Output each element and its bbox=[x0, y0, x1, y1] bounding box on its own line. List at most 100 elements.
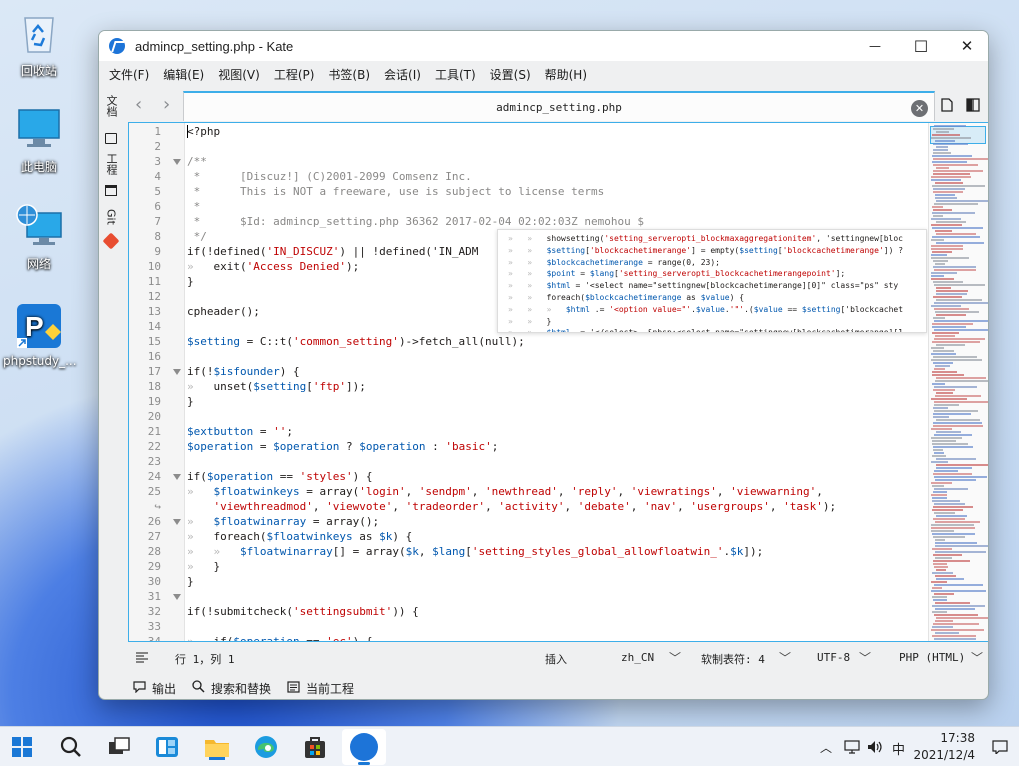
code-line: » $floatwinarray = array(); bbox=[187, 515, 380, 528]
minimize-button[interactable]: — bbox=[852, 31, 898, 61]
minimap-line bbox=[933, 623, 979, 625]
search-replace-button[interactable]: 搜索和替换 bbox=[192, 680, 271, 697]
desktop-icon-label: 网络 bbox=[26, 257, 51, 271]
minimap-line bbox=[936, 146, 948, 148]
ime-indicator[interactable]: 中 bbox=[892, 739, 905, 758]
desktop-icon-phpstudy[interactable]: P phpstudy_... bbox=[3, 302, 77, 368]
start-windows-icon[interactable] bbox=[8, 733, 36, 761]
search-icon[interactable] bbox=[57, 733, 85, 761]
fold-arrow-icon[interactable] bbox=[173, 519, 181, 525]
input-mode[interactable]: 插入 bbox=[545, 651, 567, 667]
tab-admincp-setting[interactable]: admincp_setting.php ✕ bbox=[183, 91, 935, 121]
code-area[interactable]: <?php /** * [Discuz!] (C)2001-2099 Comsen… bbox=[187, 123, 929, 641]
minimap-line bbox=[931, 272, 957, 274]
indent-select[interactable]: 软制表符: 4 bbox=[701, 651, 765, 667]
menu-edit[interactable]: 编辑(E) bbox=[157, 61, 210, 89]
status-bar: 行 1，列 1 插入 zh_CN ﹀ 软制表符: 4 ﹀ UTF-8 ﹀ PHP… bbox=[123, 647, 988, 671]
output-button[interactable]: 输出 bbox=[133, 680, 176, 697]
desktop-icon-label: phpstudy_... bbox=[3, 354, 77, 368]
title-bar[interactable]: admincp_setting.php - Kate — ☐ ✕ bbox=[99, 31, 988, 61]
tray-chevron-up-icon[interactable]: ︿ bbox=[820, 739, 832, 756]
minimap-line bbox=[932, 371, 957, 373]
widgets-icon[interactable] bbox=[153, 733, 181, 761]
minimap-line bbox=[932, 455, 946, 457]
dictionary-select[interactable]: zh_CN bbox=[621, 651, 654, 664]
clock[interactable]: 17:38 2021/12/4 bbox=[913, 730, 975, 764]
minimap-line bbox=[932, 236, 980, 238]
split-view-icon[interactable] bbox=[966, 98, 980, 112]
project-icon bbox=[287, 680, 300, 696]
menu-settings[interactable]: 设置(S) bbox=[484, 61, 537, 89]
new-tab-icon[interactable] bbox=[940, 98, 954, 112]
close-button[interactable]: ✕ bbox=[944, 31, 988, 61]
minimap-line bbox=[933, 446, 973, 448]
minimap-line bbox=[934, 434, 972, 436]
cursor-position[interactable]: 行 1，列 1 bbox=[175, 651, 235, 667]
kate-taskbar-button[interactable] bbox=[342, 729, 386, 765]
forward-arrow-icon[interactable]: › bbox=[163, 96, 170, 114]
minimap-line bbox=[931, 248, 963, 250]
minimap-line bbox=[932, 251, 952, 253]
tab-close-icon[interactable]: ✕ bbox=[911, 100, 928, 117]
minimap-line bbox=[934, 470, 958, 472]
fold-arrow-icon[interactable] bbox=[173, 159, 181, 165]
code-line: 'viewthreadmod', 'viewvote', 'tradeorder… bbox=[213, 500, 837, 513]
minimap-line bbox=[936, 431, 961, 433]
project-label: 工程 bbox=[105, 153, 118, 175]
sidebar-tab-project[interactable]: 工程 bbox=[104, 153, 118, 175]
minimap-line bbox=[933, 389, 955, 391]
line-number: 32 bbox=[147, 605, 161, 618]
fold-arrow-icon[interactable] bbox=[173, 594, 181, 600]
list-icon[interactable] bbox=[105, 185, 117, 196]
code-editor[interactable]: 1 2 3 4 5 6 7 8 9 10 11 12 13 14 15 16 17 18 19 20 21 22 23 24 2… bbox=[128, 122, 988, 642]
sidebar-tab-git[interactable]: Git bbox=[104, 209, 118, 225]
minimap-line bbox=[934, 284, 985, 286]
menu-view[interactable]: 视图(V) bbox=[212, 61, 266, 89]
code-line: $setting = C::t('common_setting')->fetch… bbox=[187, 335, 525, 348]
menu-project[interactable]: 工程(P) bbox=[268, 61, 321, 89]
minimap-line bbox=[932, 509, 963, 511]
fold-arrow-icon[interactable] bbox=[173, 369, 181, 375]
maximize-button[interactable]: ☐ bbox=[898, 31, 944, 61]
edge-browser-icon[interactable] bbox=[252, 733, 280, 761]
code-line: » exit('Access Denied'); bbox=[187, 260, 360, 273]
minimap-line bbox=[932, 572, 953, 574]
sidebar-tab-documents[interactable]: 文档 bbox=[104, 95, 118, 117]
menu-tools[interactable]: 工具(T) bbox=[429, 61, 482, 89]
folder-icon[interactable] bbox=[105, 133, 117, 144]
notification-icon[interactable] bbox=[992, 740, 1008, 754]
menu-file[interactable]: 文件(F) bbox=[103, 61, 155, 89]
network-tray-icon[interactable] bbox=[844, 740, 860, 754]
minimap-line bbox=[931, 179, 961, 181]
fold-arrow-icon[interactable] bbox=[173, 474, 181, 480]
current-project-button[interactable]: 当前工程 bbox=[287, 680, 354, 697]
line-number: 20 bbox=[147, 410, 161, 423]
align-icon[interactable] bbox=[135, 652, 149, 664]
menu-sessions[interactable]: 会话(I) bbox=[378, 61, 427, 89]
minimap[interactable] bbox=[928, 123, 988, 641]
minimap-line bbox=[934, 401, 988, 403]
desktop-icon-this-pc[interactable]: 此电脑 bbox=[3, 106, 75, 175]
menu-help[interactable]: 帮助(H) bbox=[539, 61, 593, 89]
back-arrow-icon[interactable]: ‹ bbox=[135, 96, 142, 114]
desktop-icon-recycle-bin[interactable]: 回收站 bbox=[3, 10, 75, 79]
minimap-line bbox=[931, 218, 961, 220]
menu-bookmarks[interactable]: 书签(B) bbox=[322, 61, 376, 89]
file-explorer-icon[interactable] bbox=[203, 733, 231, 761]
code-line: */ bbox=[187, 230, 207, 243]
task-view-icon[interactable] bbox=[105, 733, 133, 761]
code-line: * [Discuz!] (C)2001-2099 Comsenz Inc. bbox=[187, 170, 472, 183]
git-icon[interactable] bbox=[102, 232, 120, 250]
desktop-icon-network[interactable]: 网络 bbox=[3, 203, 75, 272]
clock-time: 17:38 bbox=[940, 731, 975, 745]
minimap-line bbox=[932, 440, 956, 442]
minimap-line bbox=[931, 428, 952, 430]
volume-icon[interactable] bbox=[867, 740, 883, 754]
store-icon[interactable] bbox=[301, 733, 329, 761]
encoding-select[interactable]: UTF-8 bbox=[817, 651, 850, 664]
minimap-line bbox=[934, 368, 945, 370]
syntax-select[interactable]: PHP (HTML) bbox=[899, 651, 965, 664]
tab-title: admincp_setting.php bbox=[496, 100, 622, 114]
minimap-line bbox=[931, 530, 954, 532]
minimap-line bbox=[932, 323, 973, 325]
